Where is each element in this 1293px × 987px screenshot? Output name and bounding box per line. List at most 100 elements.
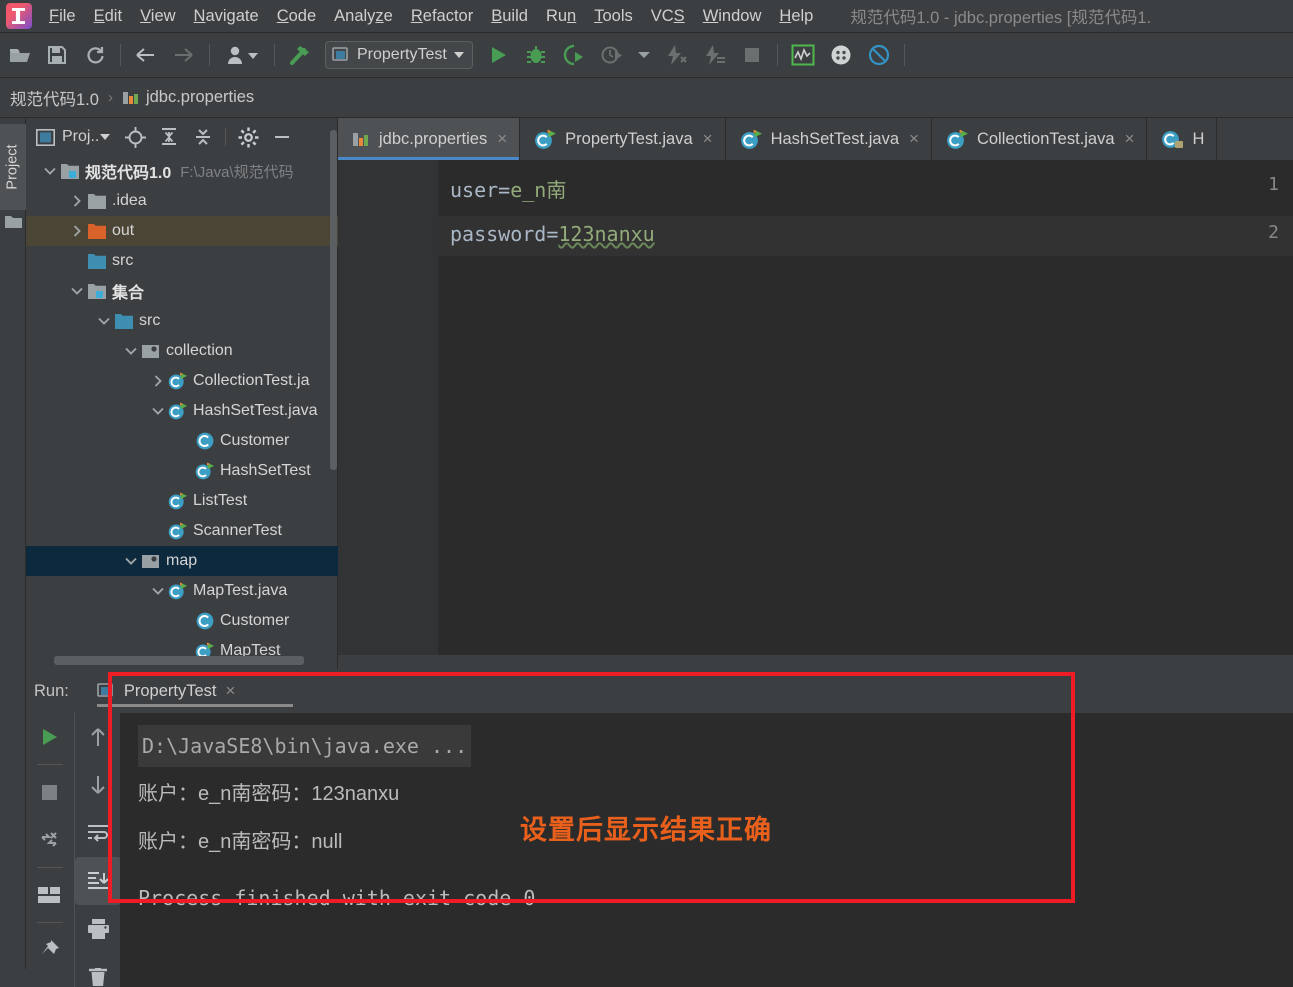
arrow-right-icon[interactable] <box>169 40 199 70</box>
tree-node[interactable]: Customer <box>26 426 338 456</box>
profiler-icon[interactable] <box>597 40 627 70</box>
folder-open-icon[interactable] <box>4 40 34 70</box>
arrow-up-button[interactable] <box>75 713 121 761</box>
tree-node[interactable]: 集合 <box>26 276 338 306</box>
console-output[interactable]: D:\JavaSE8\bin\java.exe ... 账户：e_n南密码：123… <box>120 713 1293 987</box>
tree-horizontal-scrollbar[interactable] <box>54 656 304 665</box>
chevron-down-icon[interactable] <box>453 52 464 58</box>
close-icon[interactable]: × <box>225 681 235 701</box>
editor-tab[interactable]: HashSetTest.java × <box>725 118 932 160</box>
menu-item-file[interactable]: File <box>40 4 85 29</box>
user-dropdown-icon[interactable] <box>220 40 264 70</box>
target-locate-icon[interactable] <box>121 123 149 151</box>
close-icon[interactable]: × <box>703 129 713 149</box>
tree-node[interactable]: src <box>26 306 338 336</box>
rerun-failed-button[interactable] <box>26 816 72 864</box>
tree-node[interactable]: HashSetTest <box>26 456 338 486</box>
chevron-down-icon[interactable] <box>67 284 87 298</box>
code-line[interactable]: user=e_n南 <box>450 174 566 203</box>
java-class-run-icon <box>168 521 188 541</box>
run-play-icon[interactable] <box>483 40 513 70</box>
chevron-down-icon[interactable] <box>40 164 60 178</box>
chevron-down-icon[interactable] <box>121 344 141 358</box>
tree-node[interactable]: HashSetTest.java <box>26 396 338 426</box>
stop-button[interactable] <box>26 768 72 816</box>
hammer-icon[interactable] <box>285 40 315 70</box>
pin-button[interactable] <box>26 926 72 974</box>
expand-all-icon[interactable] <box>155 123 183 151</box>
tree-node[interactable]: map <box>26 546 338 576</box>
activity-monitor-icon[interactable] <box>788 40 818 70</box>
menu-item-help[interactable]: Help <box>770 4 822 29</box>
rerun-button[interactable] <box>26 713 72 761</box>
tree-node[interactable]: ListTest <box>26 486 338 516</box>
restore-layout-button[interactable] <box>26 871 72 919</box>
menu-item-analyze[interactable]: Analyze <box>325 4 402 29</box>
code-line[interactable]: password=123nanxu <box>450 222 655 246</box>
tree-node[interactable]: MapTest.java <box>26 576 338 606</box>
attach-debugger-icon[interactable] <box>661 40 691 70</box>
attach-process-icon[interactable] <box>699 40 729 70</box>
tree-node[interactable]: 规范代码1.0 F:\Java\规范代码 <box>26 156 338 186</box>
breadcrumb-file[interactable]: jdbc.properties <box>146 88 254 107</box>
chevron-down-icon[interactable] <box>148 404 168 418</box>
editor-tab[interactable]: PropertyTest.java × <box>520 118 726 160</box>
menu-item-vcs[interactable]: VCS <box>642 4 694 29</box>
soft-wrap-button[interactable] <box>75 809 121 857</box>
arrow-left-icon[interactable] <box>131 40 161 70</box>
sidebar-item-project[interactable]: Project <box>0 124 26 210</box>
menu-item-edit[interactable]: Edit <box>85 4 131 29</box>
close-icon[interactable]: × <box>909 129 919 149</box>
arrow-down-button[interactable] <box>75 761 121 809</box>
tree-node[interactable]: collection <box>26 336 338 366</box>
chevron-down-icon[interactable] <box>633 40 655 70</box>
project-tree[interactable]: 规范代码1.0 F:\Java\规范代码 .idea out src 集合 src colle… <box>26 156 338 669</box>
chevron-right-icon[interactable] <box>67 224 87 238</box>
close-icon[interactable]: × <box>497 129 507 149</box>
chevron-down-icon[interactable] <box>94 314 114 328</box>
tree-node[interactable]: src <box>26 246 338 276</box>
run-configuration-icon <box>332 47 348 61</box>
run-configuration-selector[interactable]: PropertyTest <box>325 41 473 69</box>
menu-item-refactor[interactable]: Refactor <box>402 4 482 29</box>
editor-area[interactable]: 1 user=e_n南 2 password=123nanxu <box>338 160 1293 669</box>
menu-item-view[interactable]: View <box>131 4 184 29</box>
tree-node[interactable]: Customer <box>26 606 338 636</box>
chevron-down-icon[interactable] <box>148 584 168 598</box>
breadcrumb-project[interactable]: 规范代码1.0 <box>10 86 99 110</box>
close-icon[interactable]: × <box>1125 129 1135 149</box>
stop-square-icon[interactable] <box>737 40 767 70</box>
tree-node[interactable]: ScannerTest <box>26 516 338 546</box>
no-entry-icon[interactable] <box>864 40 894 70</box>
editor-tab[interactable]: jdbc.properties × <box>338 118 521 160</box>
chevron-right-icon[interactable] <box>148 374 168 388</box>
dots-circle-icon[interactable] <box>826 40 856 70</box>
run-tab-propertytest[interactable]: PropertyTest × <box>91 671 293 711</box>
scroll-to-end-button[interactable] <box>75 857 121 905</box>
save-icon[interactable] <box>42 40 72 70</box>
run-coverage-icon[interactable] <box>559 40 589 70</box>
tree-node[interactable]: CollectionTest.ja <box>26 366 338 396</box>
tree-node[interactable]: out <box>26 216 338 246</box>
gear-icon[interactable] <box>234 123 262 151</box>
tree-vertical-scrollbar[interactable] <box>330 130 337 470</box>
menu-item-window[interactable]: Window <box>694 4 771 29</box>
menu-item-code[interactable]: Code <box>268 4 325 29</box>
print-button[interactable] <box>75 905 121 953</box>
chevron-down-icon[interactable] <box>100 134 111 140</box>
minimize-icon[interactable] <box>268 123 296 151</box>
collapse-all-icon[interactable] <box>189 123 217 151</box>
folder-icon[interactable] <box>5 214 22 234</box>
clear-all-button[interactable] <box>75 953 121 987</box>
editor-tab[interactable]: H <box>1147 118 1218 160</box>
menu-item-build[interactable]: Build <box>482 4 537 29</box>
menu-item-tools[interactable]: Tools <box>585 4 642 29</box>
tree-node[interactable]: .idea <box>26 186 338 216</box>
chevron-down-icon[interactable] <box>121 554 141 568</box>
menu-item-navigate[interactable]: Navigate <box>185 4 268 29</box>
editor-tab[interactable]: CollectionTest.java × <box>931 118 1148 160</box>
menu-item-run[interactable]: Run <box>537 4 585 29</box>
chevron-right-icon[interactable] <box>67 194 87 208</box>
sync-icon[interactable] <box>80 40 110 70</box>
debug-bug-icon[interactable] <box>521 40 551 70</box>
